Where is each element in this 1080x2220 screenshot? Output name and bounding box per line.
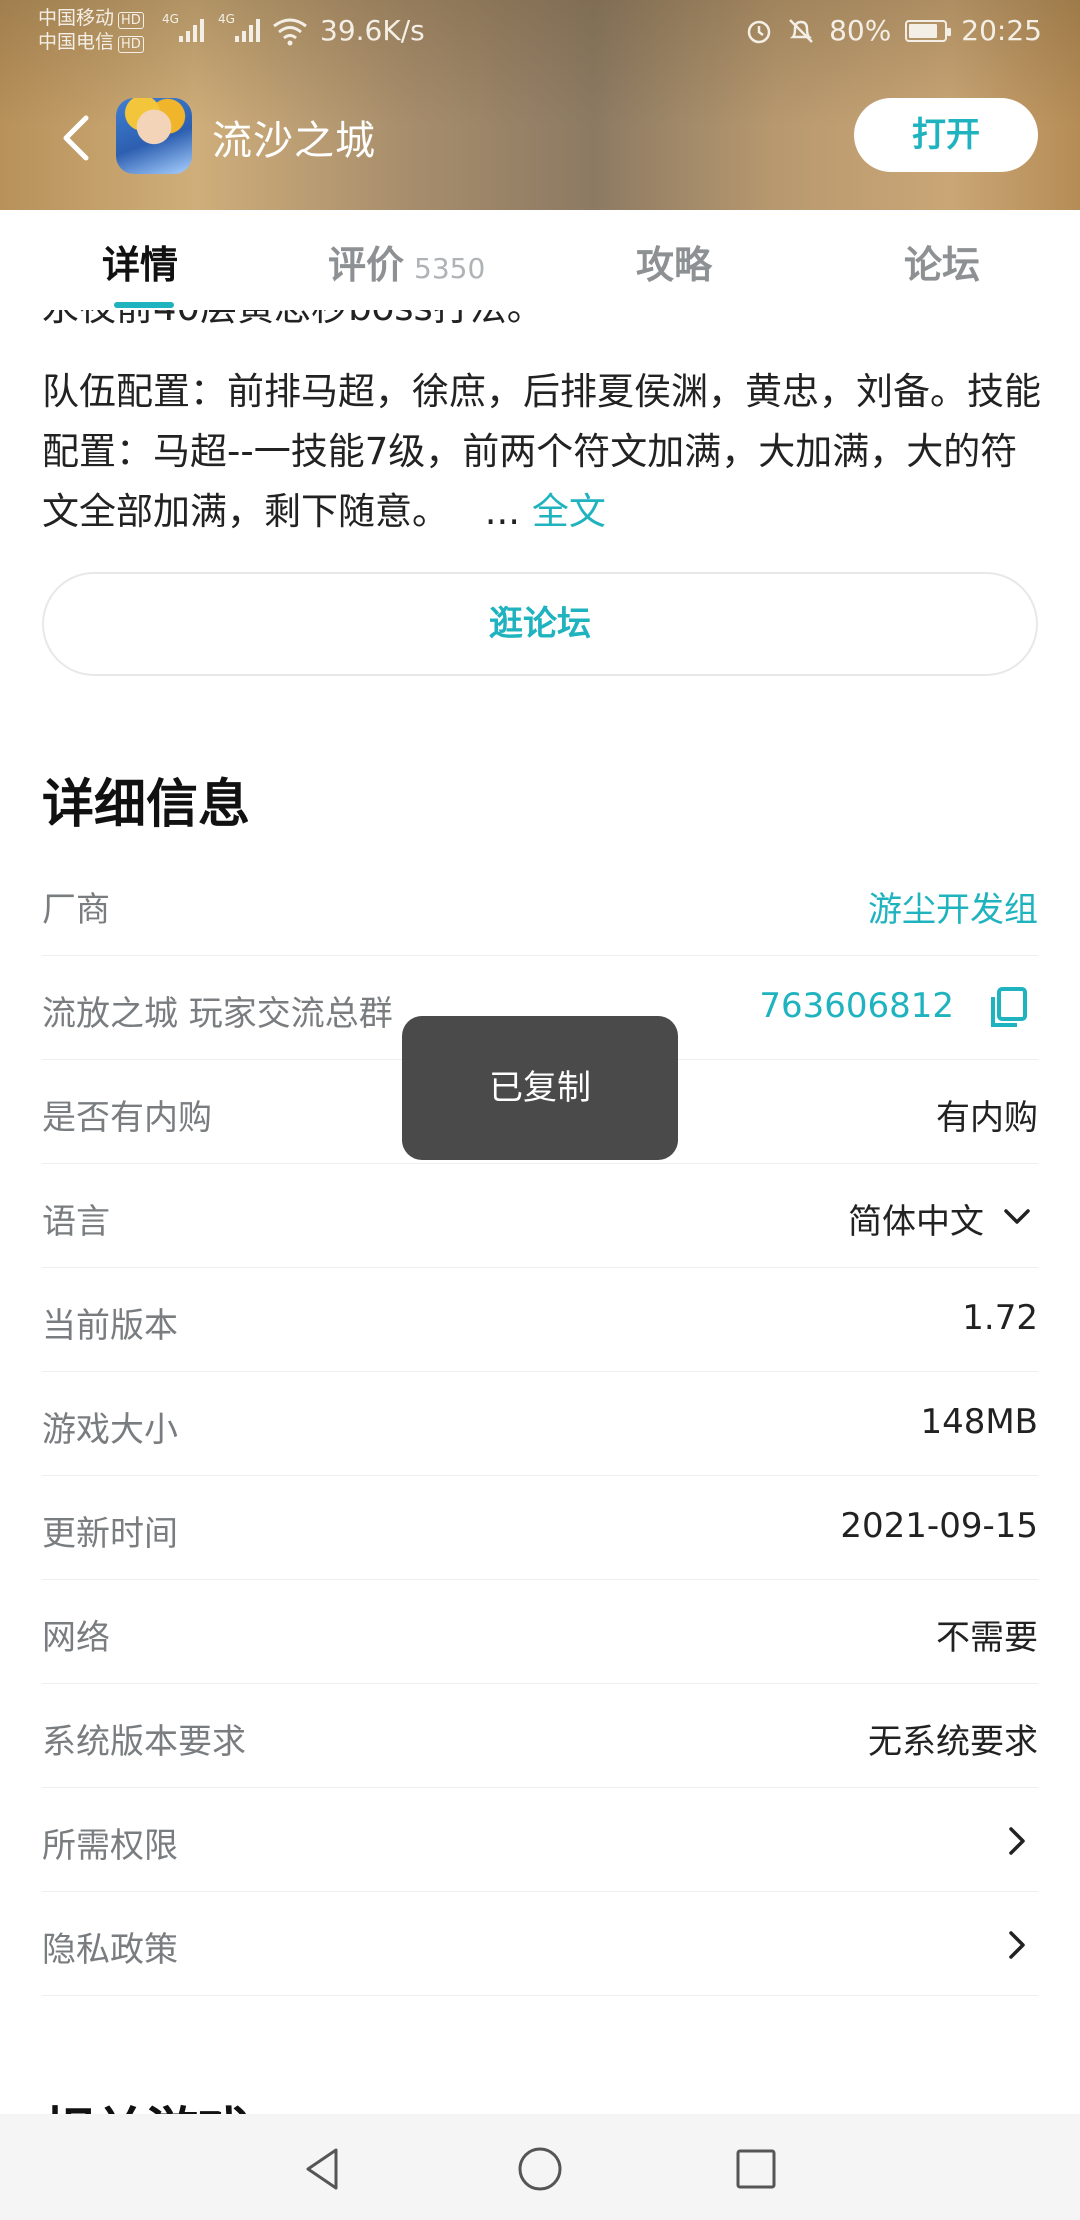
carrier-2: 中国电信 [38,31,115,53]
related-games-title: 相关游戏 [42,2090,250,2114]
developer-link[interactable]: 游尘开发组 [868,882,1038,931]
tab-bar: 详情 评价 5350 攻略 论坛 [0,210,1080,310]
player-group-label: 流放之城 玩家交流总群 [42,994,393,1034]
nav-back-icon[interactable] [298,2144,348,2194]
status-bar: 中国移动 HD 中国电信 HD 4G 4G 39.6K/s 80% 20:25 [0,0,1080,64]
battery-percent: 80% [829,14,892,47]
row-permissions[interactable]: 所需权限 [42,1788,1038,1892]
tab-details[interactable]: 详情 [102,234,178,289]
browse-forum-button[interactable]: 逛论坛 [42,572,1038,676]
mute-bell-icon [789,18,813,43]
intro-ellipsis: ... [484,490,521,533]
language-value: 简体中文 [848,1202,984,1242]
clock: 20:25 [961,14,1042,47]
hd-badge-1: HD [118,12,144,29]
nav-recents-icon[interactable] [731,2144,781,2194]
row-size: 游戏大小 148MB [42,1372,1038,1476]
system-nav-bar [0,2114,1080,2220]
in-app-purchase-label: 是否有内购 [42,1098,212,1138]
chevron-down-icon[interactable] [996,1196,1038,1238]
network-value: 不需要 [936,1618,1038,1658]
in-app-purchase-value: 有内购 [936,1098,1038,1138]
battery-icon [905,19,952,42]
language-label: 语言 [42,1202,110,1242]
row-language[interactable]: 语言 简体中文 [42,1164,1038,1268]
developer-label: 厂商 [42,890,110,930]
active-tab-indicator [114,302,174,308]
signal-icon-2 [235,19,260,42]
network-type-2: 4G [218,12,235,26]
tab-forum[interactable]: 论坛 [904,234,980,289]
app-header: 中国移动 HD 中国电信 HD 4G 4G 39.6K/s 80% 20:25 … [0,0,1080,210]
permissions-label: 所需权限 [42,1826,178,1866]
group-number-link[interactable]: 763606812 [759,986,954,1026]
row-version: 当前版本 1.72 [42,1268,1038,1372]
net-speed: 39.6K/s [320,14,425,47]
hd-badge-2: HD [118,36,144,53]
row-developer: 厂商 游尘开发组 [42,852,1038,956]
wifi-icon [273,18,307,46]
row-privacy-policy[interactable]: 隐私政策 [42,1892,1038,1996]
tab-details-label: 详情 [102,243,179,287]
tab-guides-label: 攻略 [636,243,713,287]
open-button[interactable]: 打开 [854,98,1038,172]
tab-guides[interactable]: 攻略 [636,234,712,289]
alarm-icon [747,20,771,43]
network-label: 网络 [42,1618,110,1658]
chevron-right-icon[interactable] [996,1924,1038,1966]
tab-reviews[interactable]: 评价 5350 [328,234,485,289]
review-count: 5350 [414,252,486,285]
copy-icon[interactable] [986,986,1030,1030]
full-text-link[interactable]: 全文 [532,490,606,533]
carrier-1: 中国移动 [38,7,115,29]
signal-icon-1 [179,19,204,42]
back-arrow-icon [63,115,89,161]
tab-reviews-label: 评价 [328,243,405,287]
back-button[interactable] [52,110,102,166]
app-icon [116,98,192,174]
network-type-1: 4G [162,12,179,26]
version-label: 当前版本 [42,1306,178,1346]
update-time-value: 2021-09-15 [840,1506,1038,1546]
update-time-label: 更新时间 [42,1514,178,1554]
row-update-time: 更新时间 2021-09-15 [42,1476,1038,1580]
row-network: 网络 不需要 [42,1580,1038,1684]
copied-toast: 已复制 [402,1016,678,1160]
nav-home-icon[interactable] [515,2144,565,2194]
row-system-requirement: 系统版本要求 无系统要求 [42,1684,1038,1788]
system-requirement-label: 系统版本要求 [42,1722,246,1762]
version-value: 1.72 [962,1298,1038,1338]
details-title: 详细信息 [42,775,251,835]
size-label: 游戏大小 [42,1410,178,1450]
system-requirement-value: 无系统要求 [868,1722,1038,1762]
chevron-right-icon[interactable] [996,1820,1038,1862]
tab-forum-label: 论坛 [904,243,981,287]
app-title: 流沙之城 [212,118,376,164]
size-value: 148MB [920,1402,1038,1442]
intro-paragraph: 队伍配置：前排马超，徐庶，后排夏侯渊，黄忠，刘备。技能配置：马超--一技能7级，… [42,362,1042,542]
carrier-info: 中国移动 HD 中国电信 HD [38,6,144,54]
privacy-policy-label: 隐私政策 [42,1930,178,1970]
top-bar: 流沙之城 打开 [0,90,1080,186]
